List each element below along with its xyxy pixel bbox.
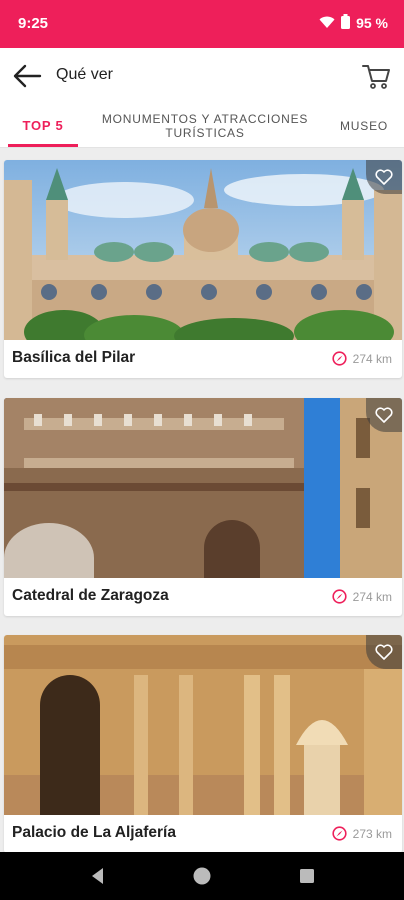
tab-museo[interactable]: MUSEO — [340, 104, 404, 147]
favorite-heart-icon — [375, 644, 393, 660]
place-name: Palacio de La Aljafería — [12, 824, 176, 841]
system-nav-bar — [0, 852, 404, 900]
place-photo-basilica — [4, 160, 402, 340]
battery-percent: 95 % — [356, 15, 388, 31]
distance-compass-icon — [332, 826, 347, 841]
distance-compass-icon — [332, 351, 347, 366]
places-list[interactable]: Basílica del Pilar 274 km Catedral de Za… — [0, 148, 404, 852]
page-title: Qué ver — [56, 66, 113, 83]
distance-compass-icon — [332, 589, 347, 604]
place-distance: 274 km — [332, 351, 392, 366]
category-tabs: TOP 5 MONUMENTOS Y ATRACCIONES TURÍSTICA… — [0, 104, 404, 148]
wifi-icon — [319, 15, 335, 32]
back-button[interactable] — [10, 60, 44, 92]
place-card[interactable]: Basílica del Pilar 274 km — [4, 160, 402, 378]
place-card[interactable]: Catedral de Zaragoza 274 km — [4, 398, 402, 616]
place-distance: 274 km — [332, 589, 392, 604]
recents-square-icon — [300, 869, 314, 883]
place-distance: 273 km — [332, 826, 392, 841]
cart-button[interactable] — [360, 60, 392, 92]
nav-home-button[interactable] — [190, 864, 214, 888]
status-bar: 9:25 95 % — [0, 0, 404, 48]
arrow-left-icon — [13, 64, 42, 88]
shopping-cart-icon — [362, 65, 390, 89]
place-name: Basílica del Pilar — [12, 349, 136, 366]
app-bar: Qué ver — [0, 48, 404, 104]
back-triangle-icon — [92, 868, 103, 884]
favorite-heart-icon — [375, 169, 393, 185]
place-name: Catedral de Zaragoza — [12, 587, 169, 604]
place-card[interactable]: Palacio de La Aljafería 273 km — [4, 635, 402, 852]
favorite-heart-icon — [375, 407, 393, 423]
nav-back-button[interactable] — [86, 864, 110, 888]
distance-value: 274 km — [352, 589, 392, 604]
status-time: 9:25 — [18, 15, 49, 32]
home-circle-icon — [193, 867, 211, 885]
place-photo-aljaferia — [4, 635, 402, 815]
tab-monumentos[interactable]: MONUMENTOS Y ATRACCIONES TURÍSTICAS — [100, 104, 310, 147]
distance-value: 274 km — [352, 351, 392, 366]
active-tab-indicator — [8, 144, 78, 147]
distance-value: 273 km — [352, 826, 392, 841]
status-indicators: 95 % — [319, 14, 388, 32]
tab-top5[interactable]: TOP 5 — [8, 104, 78, 147]
battery-icon — [341, 14, 351, 32]
place-photo-catedral — [4, 398, 402, 578]
nav-recents-button[interactable] — [295, 864, 319, 888]
